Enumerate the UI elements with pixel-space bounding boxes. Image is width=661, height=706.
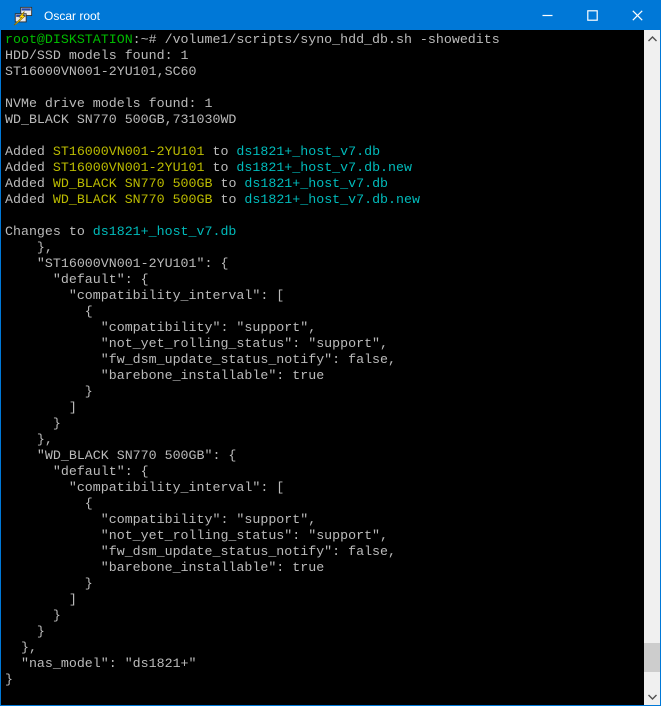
- close-button[interactable]: [615, 1, 660, 30]
- terminal-line: }: [5, 576, 644, 592]
- terminal-line: }: [5, 416, 644, 432]
- terminal-line: Added WD_BLACK SN770 500GB to ds1821+_ho…: [5, 176, 644, 192]
- chevron-up-icon: [648, 36, 657, 42]
- terminal-line: Changes to ds1821+_host_v7.db: [5, 224, 644, 240]
- terminal-line: },: [5, 240, 644, 256]
- title-bar[interactable]: Oscar root: [1, 1, 660, 30]
- terminal-line: Added ST16000VN001-2YU101 to ds1821+_hos…: [5, 160, 644, 176]
- terminal-line: ]: [5, 592, 644, 608]
- putty-terminal-icon: [12, 5, 34, 27]
- scrollbar-down-arrow[interactable]: [644, 688, 660, 705]
- terminal-line: "ST16000VN001-2YU101": {: [5, 256, 644, 272]
- terminal-line: Added ST16000VN001-2YU101 to ds1821+_hos…: [5, 144, 644, 160]
- terminal-line: "barebone_installable": true: [5, 560, 644, 576]
- terminal-line: "default": {: [5, 272, 644, 288]
- terminal-line: [5, 128, 644, 144]
- terminal-output: root@DISKSTATION:~# /volume1/scripts/syn…: [1, 30, 644, 705]
- terminal-line: "not_yet_rolling_status": "support",: [5, 528, 644, 544]
- terminal-line: }: [5, 608, 644, 624]
- terminal-line: "not_yet_rolling_status": "support",: [5, 336, 644, 352]
- terminal-line: "default": {: [5, 464, 644, 480]
- scrollbar[interactable]: [644, 30, 660, 705]
- window-title: Oscar root: [44, 9, 525, 23]
- scrollbar-up-arrow[interactable]: [644, 30, 660, 47]
- terminal-line: },: [5, 640, 644, 656]
- scrollbar-thumb[interactable]: [644, 643, 660, 672]
- terminal-line: "compatibility": "support",: [5, 512, 644, 528]
- terminal-line: Added WD_BLACK SN770 500GB to ds1821+_ho…: [5, 192, 644, 208]
- terminal-line: }: [5, 624, 644, 640]
- terminal-line: "nas_model": "ds1821+": [5, 656, 644, 672]
- terminal-line: [5, 208, 644, 224]
- terminal-line: NVMe drive models found: 1: [5, 96, 644, 112]
- terminal[interactable]: root@DISKSTATION:~# /volume1/scripts/syn…: [1, 30, 660, 705]
- terminal-line: },: [5, 432, 644, 448]
- maximize-button[interactable]: [570, 1, 615, 30]
- terminal-line: [5, 80, 644, 96]
- terminal-line: {: [5, 496, 644, 512]
- maximize-icon: [587, 10, 598, 21]
- chevron-down-icon: [648, 694, 657, 700]
- terminal-line: "compatibility": "support",: [5, 320, 644, 336]
- close-icon: [632, 10, 643, 21]
- terminal-line: }: [5, 672, 644, 688]
- minimize-icon: [542, 10, 553, 21]
- terminal-line: "fw_dsm_update_status_notify": false,: [5, 544, 644, 560]
- terminal-line: ST16000VN001-2YU101,SC60: [5, 64, 644, 80]
- minimize-button[interactable]: [525, 1, 570, 30]
- window-controls: [525, 1, 660, 30]
- terminal-line: "compatibility_interval": [: [5, 288, 644, 304]
- terminal-line: "barebone_installable": true: [5, 368, 644, 384]
- terminal-line: ]: [5, 400, 644, 416]
- terminal-line: "WD_BLACK SN770 500GB": {: [5, 448, 644, 464]
- terminal-line: {: [5, 304, 644, 320]
- terminal-line: }: [5, 384, 644, 400]
- terminal-line: "fw_dsm_update_status_notify": false,: [5, 352, 644, 368]
- terminal-line: "compatibility_interval": [: [5, 480, 644, 496]
- terminal-line: HDD/SSD models found: 1: [5, 48, 644, 64]
- terminal-line: WD_BLACK SN770 500GB,731030WD: [5, 112, 644, 128]
- putty-window: Oscar root root@DISKSTATION:~# /volume1: [0, 0, 661, 706]
- terminal-line: root@DISKSTATION:~# /volume1/scripts/syn…: [5, 32, 644, 48]
